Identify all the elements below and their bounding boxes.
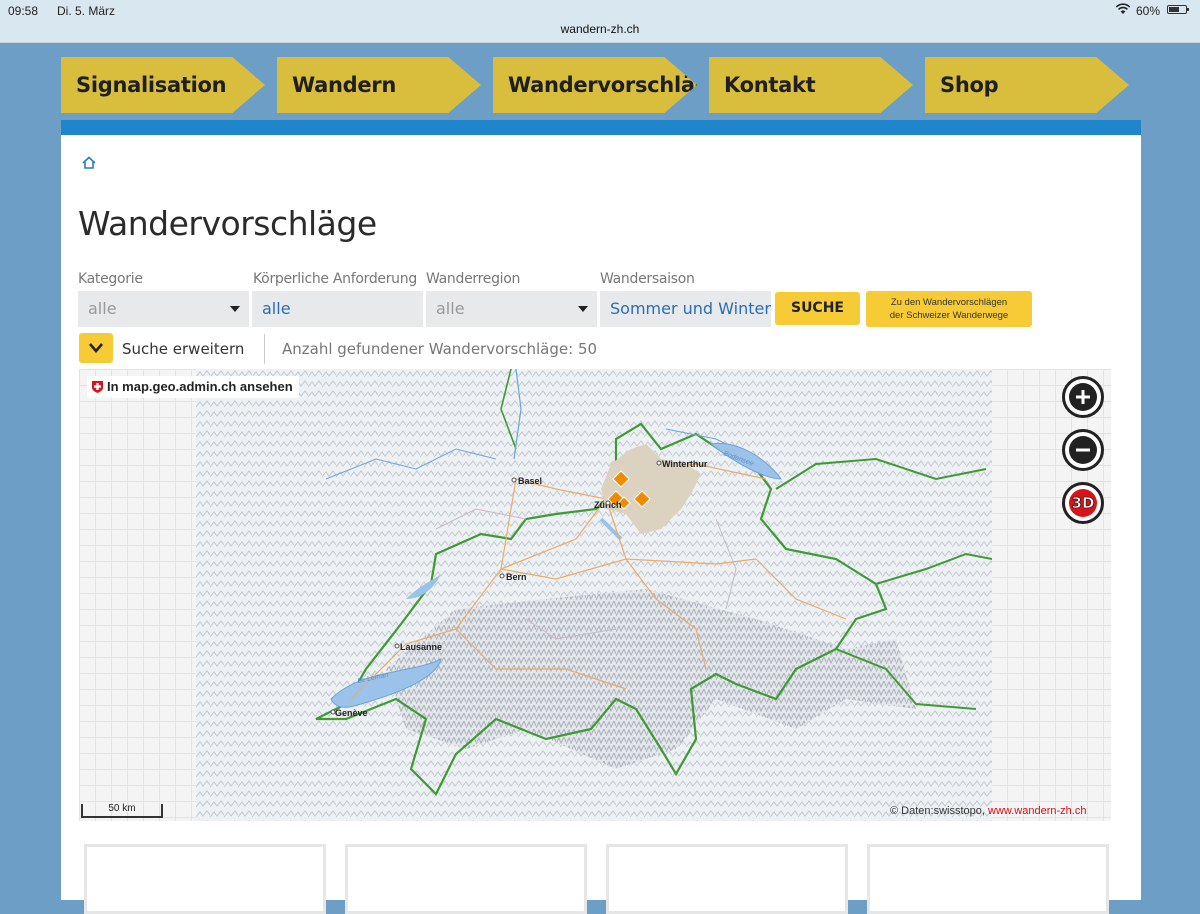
city-label: Genève [335,708,368,718]
nav-item-kontakt[interactable]: Kontakt [709,57,913,113]
search-button[interactable]: SUCHE [775,292,860,325]
region-label: Wanderregion [426,271,521,287]
expand-search-label[interactable]: Suche erweitern [122,340,244,358]
region-select[interactable]: alle [426,291,597,327]
plus-icon [1076,390,1090,404]
city-label: Basel [518,476,542,486]
map-scale-bar: 50 km [81,804,163,818]
nav-item-shop[interactable]: Shop [925,57,1129,113]
kategorie-value: alle [88,299,117,318]
schweizer-link-line1: Zu den Wandervorschlägen [890,297,1008,308]
switzerland-map: Basel Winterthur Zürich Bern Lausanne Ge… [196,369,992,821]
swiss-shield-icon [92,380,103,393]
attribution-text: © Daten:swisstopo, [890,805,985,817]
nav-item-wandervorschlaege[interactable]: Wandervorschläge [493,57,697,113]
schweizer-link-line2: der Schweizer Wanderwege [889,310,1009,321]
result-card[interactable] [84,844,326,914]
result-card[interactable] [606,844,848,914]
region-value: alle [436,299,465,318]
result-count: Anzahl gefundener Wandervorschläge: 50 [282,340,598,358]
nav-item-signalisation[interactable]: Signalisation [61,57,265,113]
minus-icon [1076,448,1090,452]
chevron-down-icon [89,343,103,353]
saison-label: Wandersaison [600,271,695,287]
anforderung-value: alle [262,299,291,318]
geo-admin-link[interactable]: In map.geo.admin.ch ansehen [87,376,299,398]
status-date: Di. 5. März [57,4,116,18]
expand-search-button[interactable] [79,333,113,363]
wifi-icon [1115,3,1131,18]
status-time: 09:58 [8,4,39,18]
header-divider [61,120,1141,135]
chevron-down-icon [230,306,240,312]
city-label: Bern [506,572,527,582]
kategorie-label: Kategorie [78,271,143,287]
page-title: Wandervorschläge [78,204,377,243]
home-icon[interactable] [81,155,97,171]
divider [264,334,265,364]
3d-label: 3D [1072,494,1095,512]
saison-value: Sommer und Winter [610,299,771,318]
saison-select[interactable]: Sommer und Winter [600,291,771,327]
city-label: Lausanne [400,642,442,652]
attribution-link[interactable]: www.wandern-zh.ch [988,805,1086,817]
battery-icon [1167,5,1189,14]
ios-status-bar: 09:58 Di. 5. März wandern-zh.ch 60% [0,0,1200,43]
geo-admin-link-label: In map.geo.admin.ch ansehen [107,379,293,394]
map-view[interactable]: Basel Winterthur Zürich Bern Lausanne Ge… [79,369,1111,821]
kategorie-select[interactable]: alle [78,291,249,327]
battery-percent: 60% [1136,4,1161,18]
zoom-out-button[interactable] [1062,429,1104,471]
3d-view-button[interactable]: 3D [1062,482,1104,524]
scale-label: 50 km [108,803,136,814]
anforderung-select[interactable]: alle [252,291,423,327]
chevron-down-icon [578,306,588,312]
map-attribution: © Daten:swisstopo, www.wandern-zh.ch [890,805,1086,817]
zoom-in-button[interactable] [1062,376,1104,418]
main-navigation: Signalisation Wandern Wandervorschläge K… [61,57,1141,113]
schweizer-wanderwege-button[interactable]: Zu den Wandervorschlägen der Schweizer W… [866,291,1032,327]
city-label: Winterthur [662,459,708,469]
3d-icon: 3D [1071,494,1095,513]
address-bar-url[interactable]: wandern-zh.ch [0,22,1200,36]
result-card[interactable] [867,844,1109,914]
nav-item-wandern[interactable]: Wandern [277,57,481,113]
anforderung-label: Körperliche Anforderung [253,271,417,287]
result-card[interactable] [345,844,587,914]
